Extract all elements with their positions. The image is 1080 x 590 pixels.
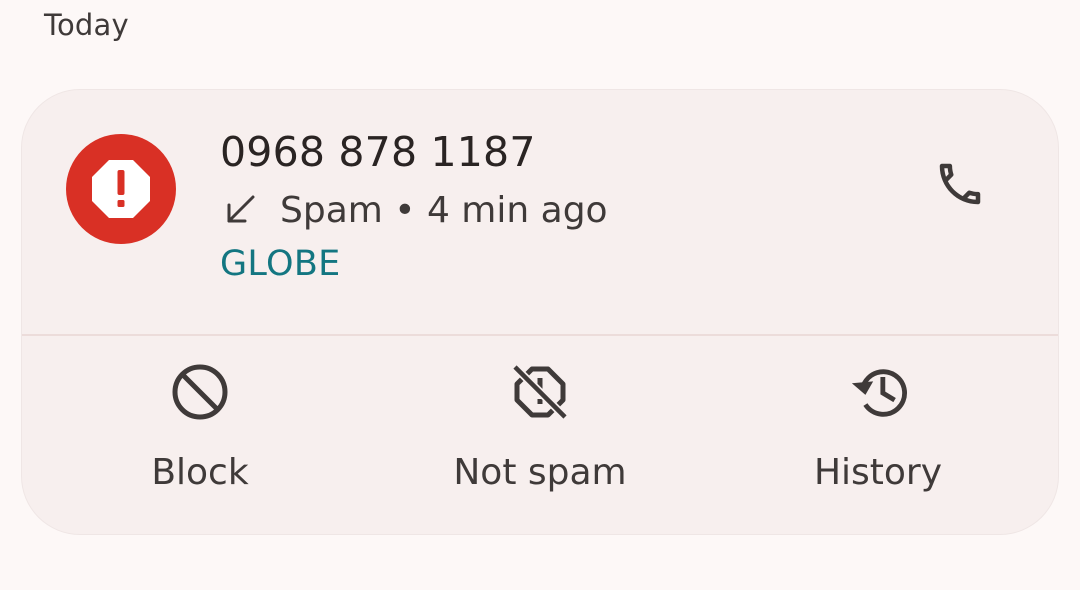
call-status-text: Spam • 4 min ago — [280, 189, 608, 231]
call-back-button[interactable] — [920, 144, 1000, 224]
card-divider — [22, 334, 1058, 336]
spam-avatar — [66, 134, 176, 244]
caller-number: 0968 878 1187 — [220, 128, 536, 176]
not-spam-icon — [512, 364, 568, 420]
not-spam-label: Not spam — [453, 452, 627, 493]
section-header-today: Today — [44, 8, 129, 42]
call-details-row: Spam • 4 min ago — [222, 188, 608, 232]
history-label: History — [813, 452, 943, 493]
history-button[interactable]: History — [728, 362, 1028, 512]
block-label: Block — [151, 452, 249, 493]
incoming-call-arrow-icon — [227, 195, 255, 223]
carrier-label: GLOBE — [220, 244, 341, 284]
block-button[interactable]: Block — [50, 362, 350, 512]
call-log-card[interactable]: 0968 878 1187 Spam • 4 min ago GLOBE Blo… — [22, 90, 1058, 534]
history-icon — [851, 369, 907, 417]
not-spam-button[interactable]: Not spam — [390, 362, 690, 512]
block-icon — [172, 364, 228, 420]
phone-icon — [939, 163, 981, 205]
spam-warning-icon — [92, 160, 150, 218]
